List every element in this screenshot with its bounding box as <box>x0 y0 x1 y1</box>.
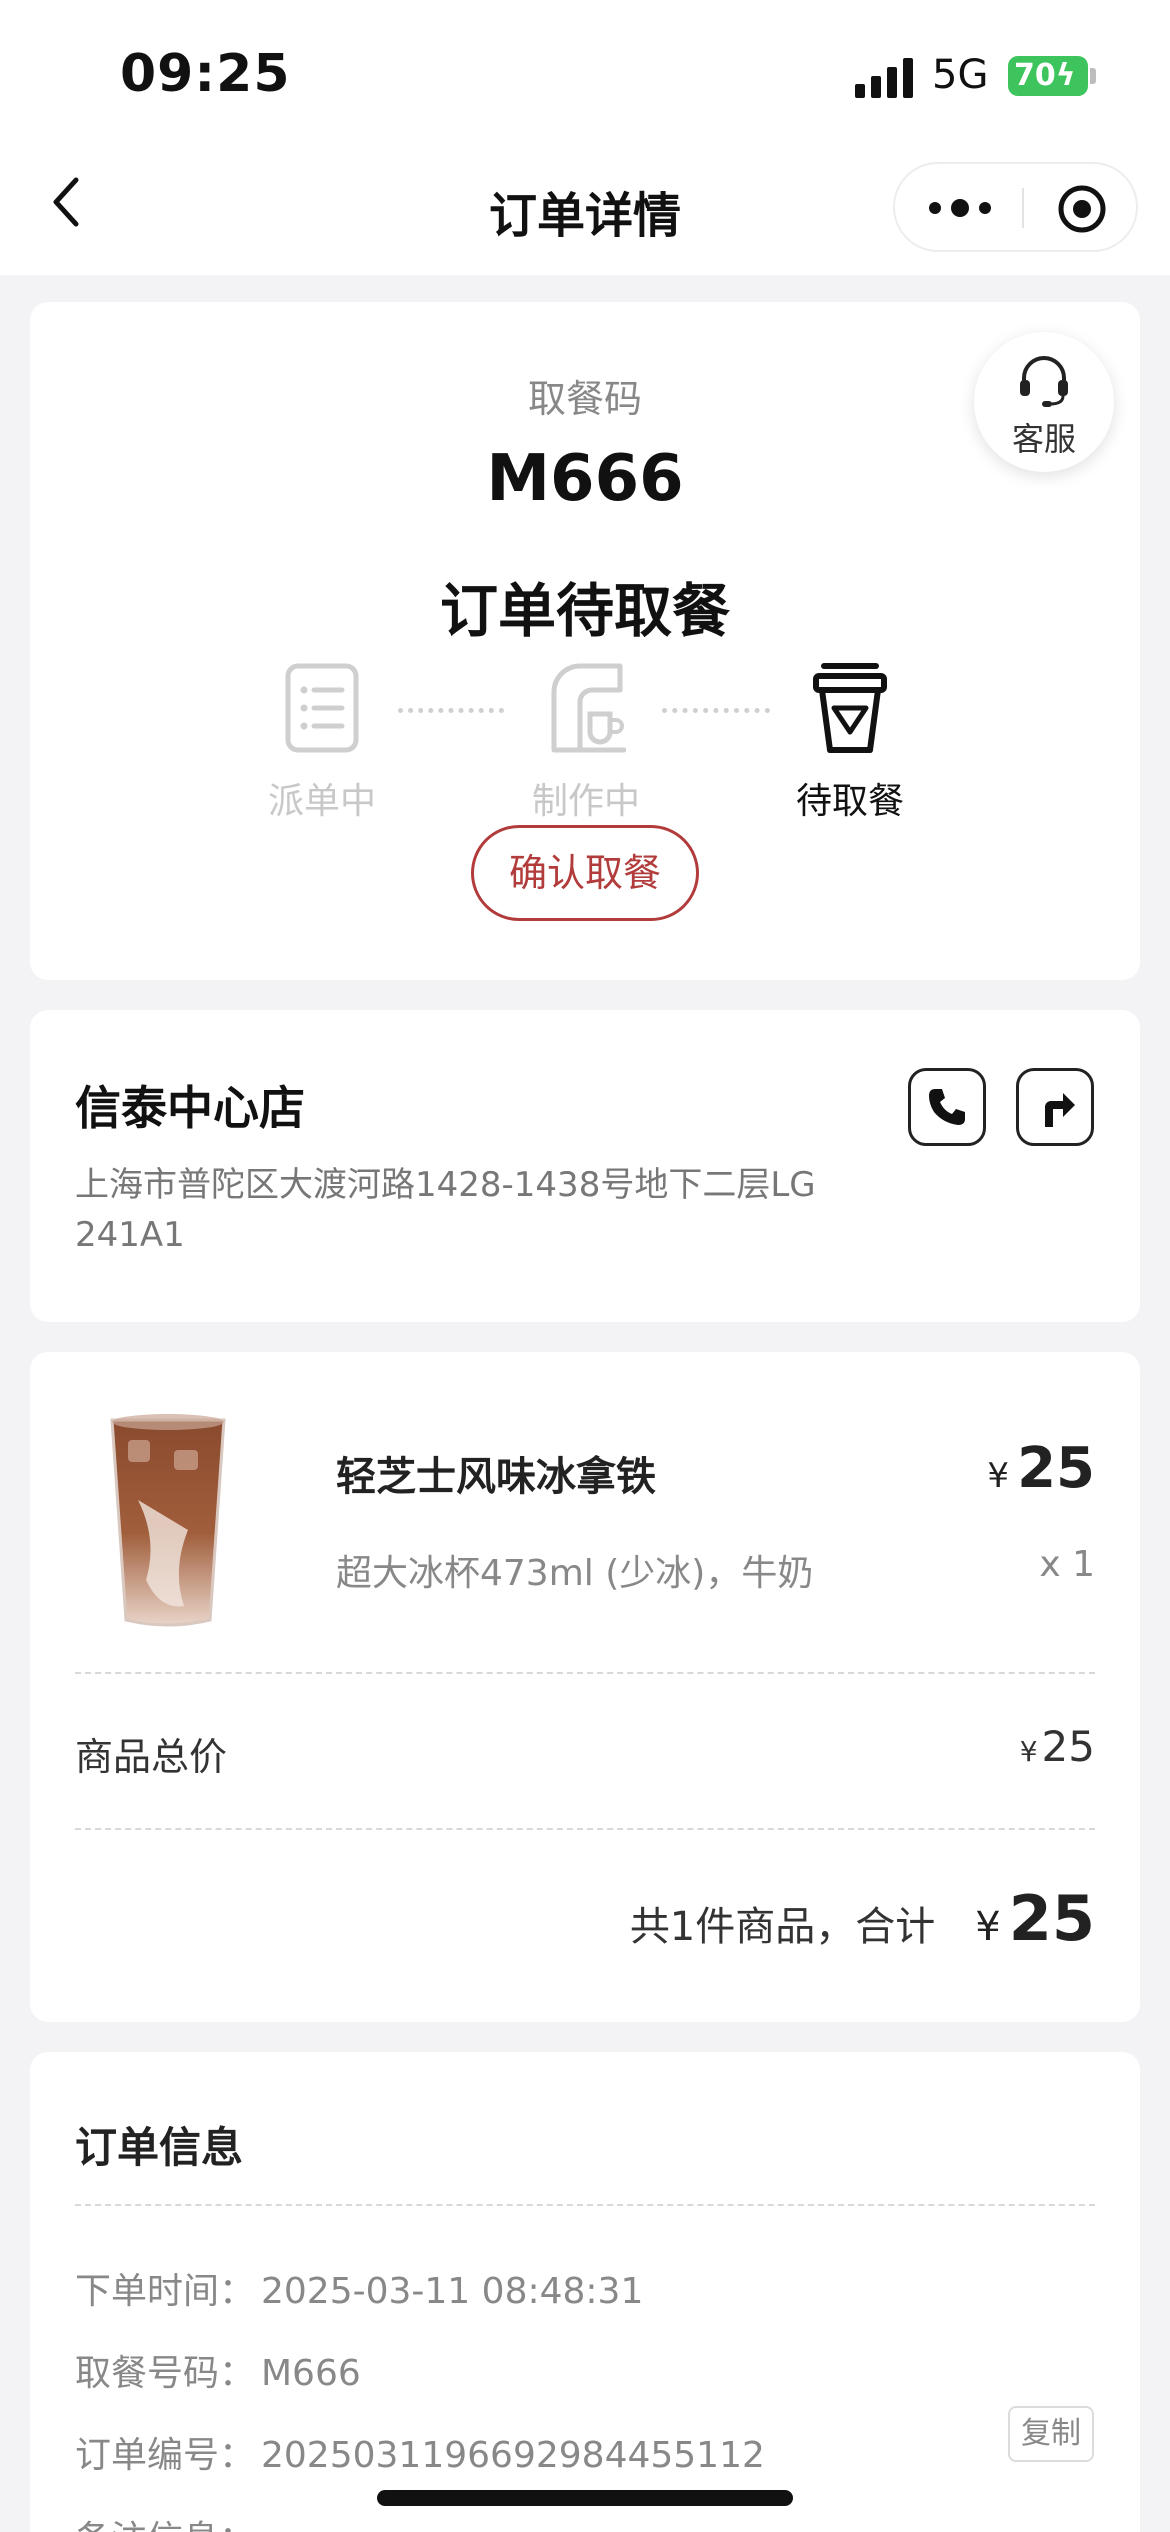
info-value: 2025-03-11 08:48:31 <box>261 2271 644 2312</box>
network-label: 5G <box>932 52 989 98</box>
headset-icon <box>1020 356 1068 407</box>
coffee-machine-icon <box>551 663 626 753</box>
order-status-title: 订单待取餐 <box>439 577 730 645</box>
currency-symbol: ¥ <box>1019 1735 1038 1768</box>
currency-symbol: ¥ <box>975 1904 1001 1950</box>
product-price: ¥25 <box>987 1436 1095 1501</box>
info-value: 2025031196692984455112 <box>261 2435 765 2476</box>
total-amount: 25 <box>1008 1882 1095 1955</box>
capsule-divider <box>1022 188 1024 228</box>
mini-program-capsule <box>893 162 1138 252</box>
product-price-value: 25 <box>1017 1436 1095 1501</box>
order-info-title: 订单信息 <box>75 2123 244 2172</box>
step-making: 制作中 <box>506 662 666 822</box>
total-value: ¥25 <box>975 1882 1095 1955</box>
info-key: 订单编号： <box>75 2435 256 2476</box>
currency-symbol: ¥ <box>987 1456 1010 1496</box>
subtotal-label: 商品总价 <box>75 1735 228 1779</box>
step-label-ready: 待取餐 <box>795 781 904 822</box>
charging-icon: ϟ <box>1055 58 1076 93</box>
divider <box>75 1672 1095 1674</box>
customer-service-label: 客服 <box>1011 420 1076 458</box>
step-label-making: 制作中 <box>531 781 640 822</box>
info-key: 下单时间： <box>75 2271 256 2312</box>
remarks-row: 备注信息： <box>75 2510 261 2532</box>
step-ready: 待取餐 <box>770 662 930 822</box>
customer-service-button[interactable]: 客服 <box>974 332 1114 472</box>
battery-tip <box>1090 68 1096 84</box>
signal-icon <box>855 58 913 98</box>
info-value: M666 <box>261 2353 361 2394</box>
more-icon[interactable] <box>925 188 995 228</box>
nav-bar: 订单详情 <box>0 150 1170 275</box>
close-target-icon[interactable] <box>1057 184 1107 234</box>
battery-level: 70 <box>1014 58 1056 93</box>
order-info-card: 订单信息 下单时间： 2025-03-11 08:48:31 取餐号码： M666 … <box>30 2052 1140 2532</box>
order-number-row: 订单编号： 2025031196692984455112 <box>75 2426 765 2478</box>
order-total-row: 共1件商品，合计 ¥25 <box>630 1882 1095 1955</box>
status-bar: 09:25 5G 70ϟ <box>0 0 1170 150</box>
step-label-dispatching: 派单中 <box>267 781 376 822</box>
subtotal-value: ¥25 <box>1020 1722 1095 1771</box>
divider <box>75 1828 1095 1830</box>
call-store-button[interactable] <box>908 1068 986 1146</box>
battery-icon: 70ϟ <box>1008 56 1088 96</box>
product-name: 轻芝士风味冰拿铁 <box>336 1454 656 1500</box>
store-address: 上海市普陀区大渡河路1428-1438号地下二层LG 241A1 <box>75 1165 816 1255</box>
home-indicator[interactable] <box>377 2490 793 2506</box>
pickup-number-row: 取餐号码： M666 <box>75 2344 361 2396</box>
pickup-card: 取餐码 M666 订单待取餐 客服 派单中 制作中 待取餐 确认取餐 <box>30 302 1140 980</box>
info-key: 备注信息： <box>75 2510 261 2532</box>
product-card: 轻芝士风味冰拿铁 ¥25 超大冰杯473ml (少冰)，牛奶 x 1 商品总价 … <box>30 1352 1140 2022</box>
step-dispatching: 派单中 <box>242 662 402 822</box>
store-card: 信泰中心店 上海市普陀区大渡河路1428-1438号地下二层LG 241A1 <box>30 1010 1140 1322</box>
directions-icon <box>1045 1093 1075 1127</box>
iced-latte-image <box>110 1414 226 1627</box>
navigate-button[interactable] <box>1016 1068 1094 1146</box>
info-key: 取餐号码： <box>75 2353 256 2394</box>
product-quantity: x 1 <box>1039 1544 1095 1585</box>
step-connector <box>662 708 770 713</box>
product-spec: 超大冰杯473ml (少冰)，牛奶 <box>336 1553 814 1594</box>
copy-order-number-button[interactable]: 复制 <box>1008 2406 1094 2462</box>
status-time: 09:25 <box>120 44 291 104</box>
cup-icon <box>813 663 887 753</box>
order-time-row: 下单时间： 2025-03-11 08:48:31 <box>75 2262 643 2314</box>
step-connector <box>398 708 504 713</box>
divider <box>75 2204 1095 2206</box>
phone-icon <box>929 1089 965 1125</box>
dispatch-icon <box>285 663 359 753</box>
store-name: 信泰中心店 <box>75 1081 305 1135</box>
total-label: 共1件商品，合计 <box>629 1904 936 1950</box>
confirm-pickup-button[interactable]: 确认取餐 <box>471 825 699 921</box>
subtotal-amount: 25 <box>1041 1722 1095 1771</box>
